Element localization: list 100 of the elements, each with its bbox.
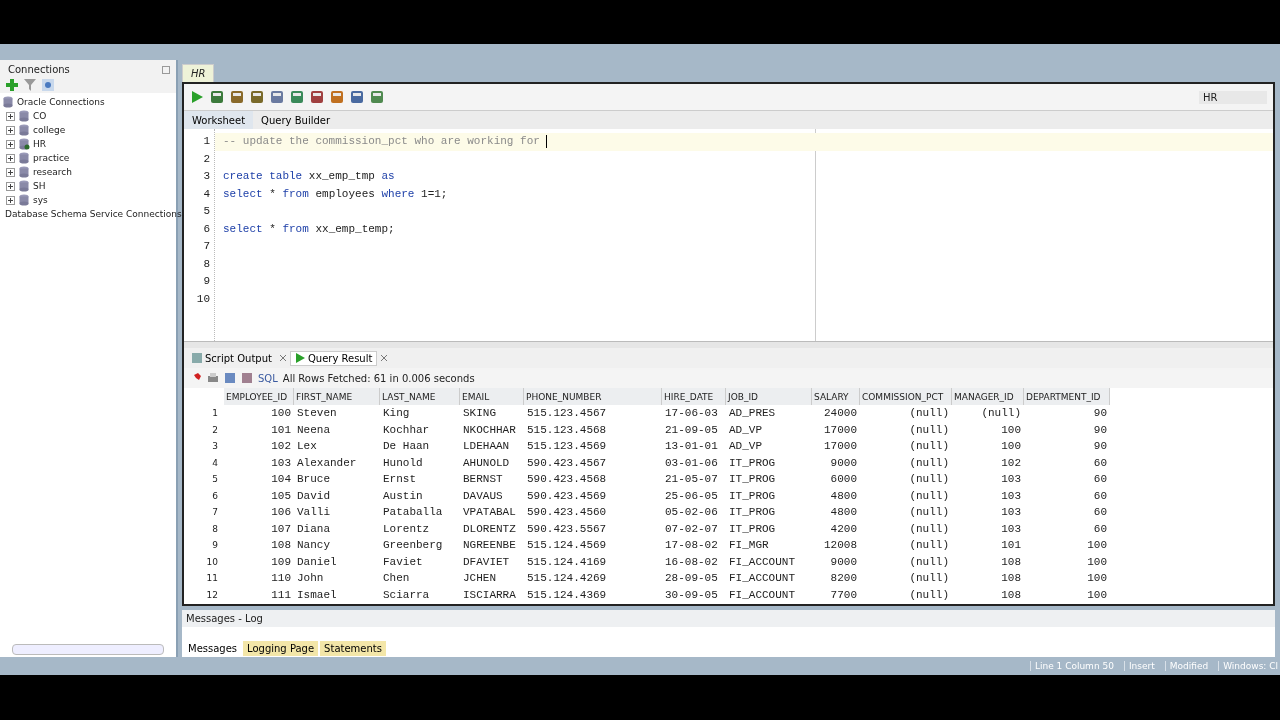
expand-icon[interactable] — [6, 167, 15, 177]
line-number: 5 — [202, 204, 211, 219]
connection-dropdown[interactable]: HR — [1199, 90, 1267, 104]
table-cell-text: 515.124.4269 — [526, 571, 608, 586]
column-header[interactable]: JOB_ID — [726, 388, 812, 405]
close-icon[interactable] — [381, 355, 388, 361]
editor-tab[interactable]: HR — [182, 64, 215, 82]
code-token: xx_emp_tmp — [307, 169, 376, 184]
tree-item[interactable]: CO — [33, 111, 47, 121]
table-cell-text: 16-08-02 — [664, 554, 719, 570]
run-icon[interactable] — [190, 90, 204, 104]
table-cell-text: 90 — [1092, 422, 1108, 438]
column-header[interactable]: LAST_NAME — [380, 388, 460, 405]
table-cell-text: (null) — [908, 538, 950, 553]
tree-item[interactable]: practice — [33, 153, 70, 163]
column-header[interactable]: EMAIL — [460, 388, 524, 405]
table-cell-text: 108 — [270, 538, 292, 553]
table-cell-text: 25-06-05 — [664, 488, 719, 504]
expand-icon[interactable] — [6, 153, 15, 163]
table-cell-text: FI_ACCOUNT — [728, 554, 796, 570]
table-cell-text: Neena — [296, 422, 331, 438]
table-cell-text: AHUNOLD — [462, 455, 511, 471]
table-cell-text: BERNST — [462, 472, 504, 487]
table-cell-text: IT_PROG — [728, 488, 777, 504]
table-cell-text: De Haan — [382, 439, 431, 454]
row-number: 8 — [211, 522, 219, 536]
table-cell-text: FI_ACCOUNT — [728, 587, 796, 603]
log-tab[interactable]: Statements — [320, 641, 386, 656]
table-cell-text: (null) — [908, 521, 950, 537]
table-cell-text: DLORENTZ — [462, 521, 517, 537]
column-header[interactable]: HIRE_DATE — [662, 388, 726, 405]
result-tab[interactable]: Query Result — [289, 350, 378, 366]
table-cell-text: NKOCHHAR — [462, 422, 517, 438]
scrollbar[interactable] — [12, 644, 164, 655]
add-icon[interactable] — [6, 79, 18, 91]
status-text: Windows: Cl — [1218, 661, 1278, 671]
column-header[interactable]: EMPLOYEE_ID — [224, 388, 294, 405]
table-cell-text: 03-01-06 — [664, 455, 719, 471]
fetch-status: All Rows Fetched: 61 in 0.006 seconds — [282, 372, 475, 384]
table-cell-text: 102 — [1000, 455, 1022, 471]
expand-icon[interactable] — [6, 195, 15, 205]
code-token: select — [223, 186, 263, 202]
table-cell-text: DFAVIET — [462, 554, 511, 570]
expand-icon[interactable] — [6, 139, 15, 149]
column-header[interactable]: FIRST_NAME — [294, 388, 380, 405]
table-cell-text: 8200 — [829, 571, 858, 586]
database-icon — [2, 96, 14, 108]
table-cell-text: Diana — [296, 521, 331, 537]
table-cell-text: IT_PROG — [728, 505, 777, 520]
table-cell-text: 21-05-07 — [664, 472, 719, 487]
expand-icon[interactable] — [6, 111, 15, 121]
sql-link[interactable]: SQL — [258, 372, 278, 384]
close-icon[interactable] — [279, 355, 286, 361]
code-token: from — [282, 221, 309, 237]
code-token: where — [381, 186, 415, 202]
table-cell-text: (null) — [980, 406, 1022, 421]
table-cell-text: 106 — [270, 505, 292, 520]
worksheet-tab[interactable]: Query Builder — [253, 111, 339, 129]
table-cell-text: Ismael — [296, 587, 338, 603]
column-header[interactable]: MANAGER_ID — [952, 388, 1024, 405]
table-cell-text: DAVAUS — [462, 488, 504, 504]
line-number: 4 — [202, 186, 211, 202]
table-cell-text: 590.423.4560 — [526, 505, 608, 520]
column-header[interactable]: PHONE_NUMBER — [524, 388, 662, 405]
tree-item[interactable]: college — [33, 125, 66, 135]
expand-icon[interactable] — [6, 181, 15, 191]
table-cell-text: NGREENBE — [462, 538, 517, 553]
tree-item[interactable]: HR — [33, 139, 47, 149]
result-tab[interactable]: Script Output — [188, 351, 276, 365]
worksheet-tab[interactable]: Worksheet — [184, 111, 254, 129]
log-tab[interactable]: Logging Page — [243, 641, 319, 656]
table-cell-text: 24000 — [823, 406, 858, 421]
table-cell-text: Bruce — [296, 472, 331, 487]
print-icon[interactable] — [207, 372, 219, 384]
tree-item[interactable]: Oracle Connections — [17, 97, 105, 107]
column-header[interactable]: COMMISSION_PCT — [860, 388, 952, 405]
table-cell-text: 515.123.4567 — [526, 406, 608, 421]
table-cell-text: 17-08-02 — [664, 538, 719, 553]
tree-item[interactable]: Database Schema Service Connections — [5, 209, 182, 219]
table-cell-text: 103 — [1000, 521, 1022, 537]
table-cell-text: 590.423.5567 — [526, 521, 608, 537]
tree-item[interactable]: sys — [33, 195, 48, 205]
table-cell-text: 28-09-05 — [664, 571, 719, 586]
table-cell-text: Lorentz — [382, 521, 431, 537]
tree-item[interactable]: SH — [33, 181, 46, 191]
column-header[interactable]: DEPARTMENT_ID — [1024, 388, 1110, 405]
table-cell-text: 13-01-01 — [664, 439, 719, 454]
table-cell-text: 60 — [1092, 488, 1108, 504]
column-header[interactable]: SALARY — [812, 388, 860, 405]
minimize-icon[interactable] — [162, 65, 170, 74]
table-cell-text: 100 — [1000, 422, 1022, 438]
code-token: * — [268, 186, 277, 202]
table-cell-text: Ernst — [382, 472, 417, 487]
row-number: 9 — [211, 539, 219, 552]
tree-item[interactable]: research — [33, 167, 72, 177]
table-cell-text: (null) — [908, 439, 950, 454]
expand-icon[interactable] — [6, 125, 15, 135]
line-number: 3 — [202, 169, 211, 184]
filter-icon[interactable] — [24, 79, 36, 91]
table-cell-text: SKING — [462, 406, 497, 421]
